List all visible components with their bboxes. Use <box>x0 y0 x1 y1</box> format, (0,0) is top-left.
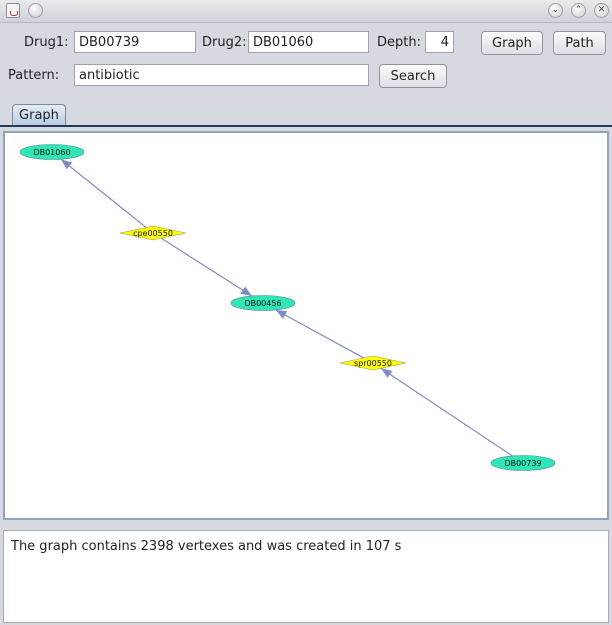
graph-node-label: DB00456 <box>244 299 281 308</box>
graph-edge-spr00550-DB00456 <box>275 309 365 359</box>
drug2-input[interactable] <box>248 31 369 53</box>
depth-input[interactable] <box>425 31 454 53</box>
drug1-label: Drug1: <box>24 35 69 50</box>
window-titlebar: ⌄ ⌃ ✕ <box>0 0 612 23</box>
tab-graph[interactable]: Graph <box>12 104 66 126</box>
status-panel: The graph contains 2398 vertexes and was… <box>3 530 609 623</box>
pattern-input[interactable] <box>74 64 369 86</box>
tab-divider <box>0 125 612 127</box>
pattern-label: Pattern: <box>8 68 60 83</box>
graph-node-DB00456[interactable]: DB00456 <box>230 295 296 311</box>
graph-node-cpe00550[interactable]: cpe00550 <box>119 225 187 241</box>
close-button[interactable]: ✕ <box>594 3 609 18</box>
graph-canvas[interactable]: DB01060 cpe00550 DB00456 spr00550 DB00739 <box>7 135 609 520</box>
graph-node-label: DB01060 <box>33 148 70 157</box>
window-menu-icon[interactable] <box>28 3 43 18</box>
graph-edge-cpe00550-DB01060 <box>60 158 147 228</box>
graph-node-spr00550[interactable]: spr00550 <box>339 355 407 371</box>
graph-node-DB00739[interactable]: DB00739 <box>490 455 556 471</box>
graph-panel[interactable]: DB01060 cpe00550 DB00456 spr00550 DB00739 <box>3 131 609 520</box>
graph-button[interactable]: Graph <box>481 31 543 55</box>
maximize-button[interactable]: ⌃ <box>571 3 586 18</box>
graph-node-DB01060[interactable]: DB01060 <box>19 144 85 160</box>
graph-node-label: cpe00550 <box>133 229 173 238</box>
java-app-icon <box>6 3 20 18</box>
drug1-input[interactable] <box>74 31 196 53</box>
status-text: The graph contains 2398 vertexes and was… <box>11 539 402 554</box>
graph-edge-DB00739-spr00550 <box>380 367 513 457</box>
graph-edge-cpe00550-DB00456 <box>160 237 253 297</box>
graph-node-label: spr00550 <box>354 359 392 368</box>
minimize-button[interactable]: ⌄ <box>548 3 563 18</box>
depth-label: Depth: <box>377 35 421 50</box>
search-button[interactable]: Search <box>379 64 447 88</box>
drug2-label: Drug2: <box>202 35 247 50</box>
path-button[interactable]: Path <box>553 31 606 55</box>
graph-node-label: DB00739 <box>504 459 541 468</box>
